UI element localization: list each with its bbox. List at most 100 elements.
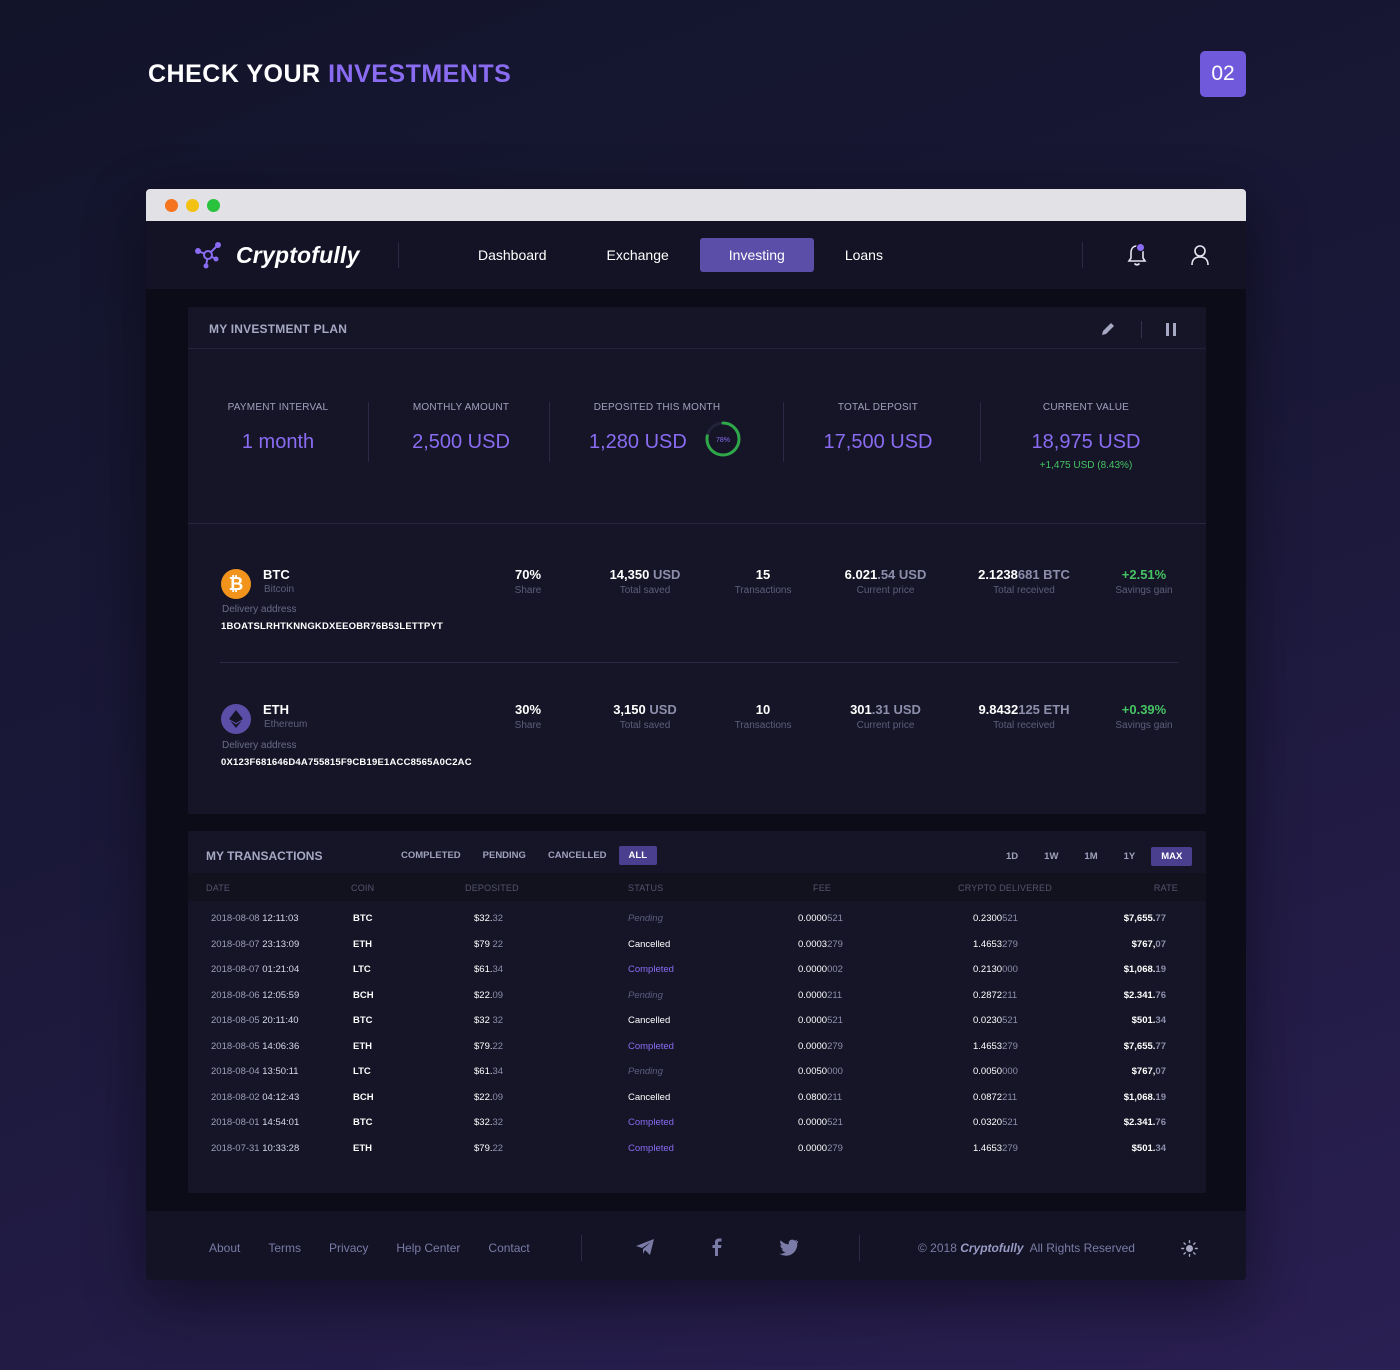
table-row[interactable]: 2018-08-07 01:21:04 LTC $61.34 Completed 0.0… — [188, 958, 1206, 984]
table-row[interactable]: 2018-08-07 23:13:09 ETH $79 22 Cancelled 0.0… — [188, 933, 1206, 959]
column-coin[interactable]: COIN — [351, 883, 374, 893]
fee-decimals: 002 — [827, 964, 843, 975]
crypto-main: 1.4653 — [973, 938, 1003, 950]
footer-link-help-center[interactable]: Help Center — [396, 1241, 460, 1255]
coin-row-btc[interactable]: ₿ BTC Bitcoin Delivery address 1BOATSLRH… — [188, 567, 1206, 647]
table-row[interactable]: 2018-08-01 14:54:01 BTC $32.32 Completed 0.0… — [188, 1111, 1206, 1137]
deposited-decimals: 22 — [492, 938, 504, 950]
time-value: 04:12:43 — [262, 1091, 300, 1103]
pencil-icon[interactable] — [1100, 321, 1116, 337]
column-date[interactable]: DATE — [206, 883, 230, 893]
cell-deposited: $32.32 — [474, 913, 503, 924]
date-value: 2018-08-02 — [211, 1091, 260, 1103]
twitter-icon[interactable] — [779, 1237, 799, 1257]
heading-accent: INVESTMENTS — [328, 60, 512, 88]
range-1m[interactable]: 1M — [1074, 847, 1107, 866]
table-row[interactable]: 2018-08-05 14:06:36 ETH $79.22 Completed 0.0… — [188, 1035, 1206, 1061]
gain-label: Savings gain — [1115, 720, 1173, 731]
sun-icon[interactable] — [1181, 1240, 1198, 1257]
footer-link-contact[interactable]: Contact — [488, 1241, 529, 1255]
user-icon[interactable] — [1189, 243, 1211, 267]
stat-divider — [549, 402, 550, 462]
stat-payment-interval: PAYMENT INTERVAL 1 month — [218, 402, 338, 454]
range-1y[interactable]: 1Y — [1114, 847, 1146, 866]
date-value: 2018-08-07 — [211, 938, 260, 950]
range-max[interactable]: MAX — [1151, 847, 1193, 866]
footer-link-privacy[interactable]: Privacy — [329, 1241, 368, 1255]
range-1w[interactable]: 1W — [1034, 847, 1068, 866]
deposit-progress-ring: 78% — [705, 421, 741, 457]
crypto-main: 0.0872 — [973, 1091, 1003, 1103]
rate-main: $767, — [1131, 938, 1156, 950]
top-navigation: Cryptofully Dashboard Exchange Investing… — [146, 221, 1246, 289]
nav-item-investing[interactable]: Investing — [699, 238, 814, 272]
fee-main: 0.0000 — [798, 964, 828, 975]
table-row[interactable]: 2018-08-05 20:11:40 BTC $32 32 Cancelled 0.0… — [188, 1009, 1206, 1035]
close-window-dot[interactable] — [165, 198, 178, 212]
cell-fee: 0.0003279 — [798, 939, 843, 950]
saved-value: 3,150 — [613, 702, 646, 717]
savings-gain-cell: +0.39% Savings gain — [1108, 702, 1180, 731]
column-rate[interactable]: RATE — [1154, 883, 1178, 893]
cell-coin: BCH — [353, 989, 374, 1001]
brand-logo[interactable]: Cryptofully — [194, 241, 360, 269]
header-divider — [1141, 321, 1142, 338]
footer-link-about[interactable]: About — [209, 1241, 240, 1255]
column-fee[interactable]: FEE — [813, 883, 831, 893]
step-badge: 02 — [1200, 51, 1246, 97]
coin-row-eth[interactable]: ETH Ethereum Delivery address 0X123F6816… — [188, 702, 1206, 782]
facebook-icon[interactable] — [707, 1237, 727, 1257]
crypto-main: 0.2130 — [973, 964, 1003, 975]
column-crypto-delivered[interactable]: CRYPTO DELIVERED — [958, 883, 1052, 893]
crypto-main: 1.4653 — [973, 1040, 1003, 1052]
rate-decimals: 77 — [1155, 1040, 1166, 1052]
filter-completed[interactable]: COMPLETED — [391, 846, 471, 865]
cell-rate: $7,655.77 — [1124, 913, 1166, 924]
stat-change: +1,475 USD (8.43%) — [1039, 460, 1133, 471]
cell-rate: $767,07 — [1132, 939, 1166, 950]
fee-decimals: 000 — [827, 1066, 843, 1077]
deposited-main: $32 — [474, 1015, 493, 1026]
column-deposited[interactable]: DEPOSITED — [465, 883, 519, 893]
table-row[interactable]: 2018-08-04 13:50:11 LTC $61.34 Pending 0.005… — [188, 1060, 1206, 1086]
maximize-window-dot[interactable] — [207, 198, 220, 212]
delivery-address: 1BOATSLRHTKNNGKDXEEOBR76B53LETTPYT — [221, 621, 443, 632]
received-decimals: 681 BTC — [1017, 567, 1070, 582]
filter-pending[interactable]: PENDING — [473, 846, 536, 865]
nav-item-dashboard[interactable]: Dashboard — [449, 238, 576, 272]
deposited-decimals: 22 — [492, 1142, 504, 1154]
minimize-window-dot[interactable] — [186, 198, 199, 212]
nav-item-exchange[interactable]: Exchange — [578, 238, 698, 272]
pause-icon[interactable] — [1166, 323, 1176, 336]
price-value: 301 — [850, 702, 872, 717]
time-value: 12:11:03 — [262, 913, 299, 924]
rate-decimals: 07 — [1155, 938, 1166, 950]
table-row[interactable]: 2018-07-31 10:33:28 ETH $79.22 Completed 0.0… — [188, 1137, 1206, 1163]
date-value: 2018-08-01 — [211, 1117, 260, 1128]
crypto-main: 0.0320 — [973, 1117, 1003, 1128]
filter-all[interactable]: ALL — [618, 846, 657, 865]
table-row[interactable]: 2018-08-08 12:11:03 BTC $32.32 Pending 0.000… — [188, 907, 1206, 933]
current-price-cell: 6.021.54 USD Current price — [828, 567, 943, 596]
table-row[interactable]: 2018-08-06 12:05:59 BCH $22.09 Pending 0.000… — [188, 984, 1206, 1010]
transactions-label: Transactions — [734, 720, 792, 731]
range-1d[interactable]: 1D — [996, 847, 1028, 866]
coin-name: Ethereum — [264, 719, 308, 730]
saved-unit: USD — [649, 567, 681, 582]
crypto-main: 0.0050 — [973, 1066, 1003, 1077]
filter-cancelled[interactable]: CANCELLED — [538, 846, 617, 865]
cell-fee: 0.0000279 — [798, 1041, 843, 1052]
deposited-main: $22. — [474, 1091, 493, 1103]
cell-status: Cancelled — [628, 1091, 671, 1103]
deposited-main: $79. — [474, 1040, 493, 1052]
received-value: 2.1238 — [978, 567, 1018, 582]
nav-item-loans[interactable]: Loans — [816, 238, 912, 272]
column-status[interactable]: STATUS — [628, 883, 663, 893]
table-row[interactable]: 2018-08-02 04:12:43 BCH $22.09 Cancelled 0.0… — [188, 1086, 1206, 1112]
stat-divider — [980, 402, 981, 462]
saved-value: 14,350 — [609, 567, 650, 582]
telegram-icon[interactable] — [635, 1237, 655, 1257]
footer-link-terms[interactable]: Terms — [268, 1241, 301, 1255]
table-header: DATE COIN DEPOSITED STATUS FEE CRYPTO DE… — [188, 873, 1206, 901]
cell-rate: $2.341.76 — [1124, 990, 1166, 1001]
